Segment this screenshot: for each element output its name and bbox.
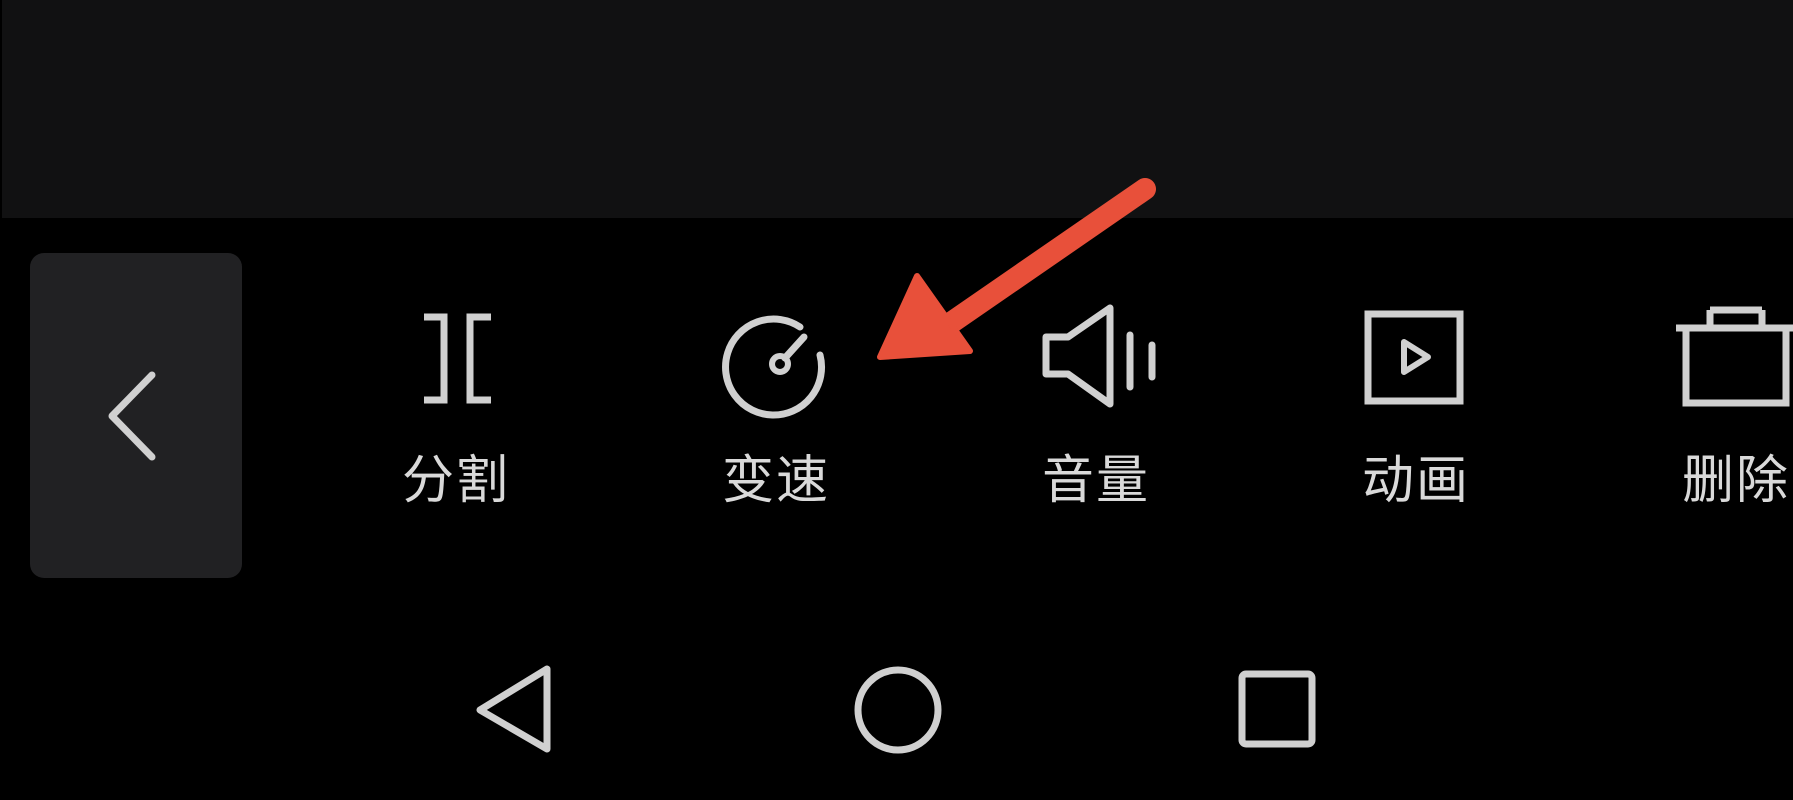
split-label: 分割 xyxy=(401,451,510,511)
nav-home-button[interactable] xyxy=(848,660,948,760)
animation-label: 动画 xyxy=(1361,451,1470,511)
nav-back-button[interactable] xyxy=(465,660,565,760)
animation-play-icon xyxy=(1316,300,1516,420)
speedometer-icon xyxy=(676,300,876,420)
preview-area xyxy=(2,0,1793,218)
nav-recents-button[interactable] xyxy=(1228,660,1328,760)
delete-label: 删除 xyxy=(1681,451,1790,511)
delete-tool-button[interactable]: 删除 xyxy=(1636,300,1793,530)
video-editor-screen: 分割 变速 音量 动画 删除 xyxy=(0,0,1793,800)
triangle-back-icon xyxy=(476,665,551,753)
animation-tool-button[interactable]: 动画 xyxy=(1316,300,1516,530)
circle-home-icon xyxy=(854,666,942,754)
split-icon xyxy=(356,300,556,420)
collapse-toolbar-button[interactable] xyxy=(30,253,242,578)
chevron-left-icon xyxy=(108,371,156,461)
volume-label: 音量 xyxy=(1041,451,1150,511)
square-recents-icon xyxy=(1238,670,1316,748)
speed-label: 变速 xyxy=(721,451,830,511)
volume-tool-button[interactable]: 音量 xyxy=(996,300,1196,530)
volume-icon xyxy=(996,300,1196,420)
split-tool-button[interactable]: 分割 xyxy=(356,300,556,530)
trash-icon xyxy=(1636,300,1793,420)
speed-tool-button[interactable]: 变速 xyxy=(676,300,876,530)
